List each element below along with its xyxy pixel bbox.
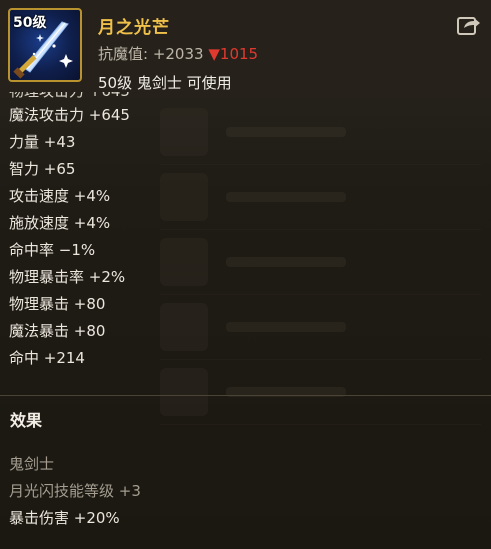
stat-line: 物理暴击 +80 <box>9 295 106 313</box>
stat-line: 命中 +214 <box>9 349 85 367</box>
resist-label: 抗魔值: +2033 <box>98 45 204 63</box>
level-requirement: 50级 鬼剑士 可使用 <box>98 74 232 92</box>
effect-line: 鬼剑士 <box>9 455 55 473</box>
level-badge: 50级 <box>13 15 47 31</box>
stat-line: 魔法暴击 +80 <box>9 322 106 340</box>
stat-line: 物理暴击率 +2% <box>9 268 126 286</box>
resist-value: 抗魔值: +2033 ▼1015 <box>98 43 258 64</box>
item-name: 月之光芒 <box>98 18 170 38</box>
stat-cut-text: 物理攻击力 +645 <box>9 92 130 100</box>
stat-line: 力量 +43 <box>9 133 76 151</box>
share-icon[interactable] <box>457 14 481 36</box>
resist-decrease: ▼1015 <box>208 45 259 63</box>
stat-line: 攻击速度 +4% <box>9 187 111 205</box>
section-divider <box>0 395 491 396</box>
item-tooltip: 50级 月之光芒 抗魔值: +2033 ▼1015 50级 鬼剑士 可使用 物理… <box>0 0 491 549</box>
stat-line: 命中率 −1% <box>9 241 96 259</box>
stat-line: 智力 +65 <box>9 160 76 178</box>
stats-list: 魔法攻击力 +645 力量 +43 智力 +65 攻击速度 +4% 施放速度 +… <box>9 102 309 372</box>
item-header: 50级 月之光芒 抗魔值: +2033 ▼1015 50级 鬼剑士 可使用 <box>0 0 491 98</box>
sword-icon[interactable]: 50级 <box>8 8 82 82</box>
effect-line: 暴击伤害 +20% <box>9 509 120 527</box>
stat-cut-off: 物理攻击力 +645 <box>9 92 130 102</box>
effect-title: 效果 <box>10 411 43 430</box>
stat-line: 施放速度 +4% <box>9 214 111 232</box>
stat-line: 魔法攻击力 +645 <box>9 106 130 124</box>
effect-list: 鬼剑士 月光闪技能等级 +3 暴击伤害 +20% <box>9 451 141 532</box>
effect-line: 月光闪技能等级 +3 <box>9 482 141 500</box>
